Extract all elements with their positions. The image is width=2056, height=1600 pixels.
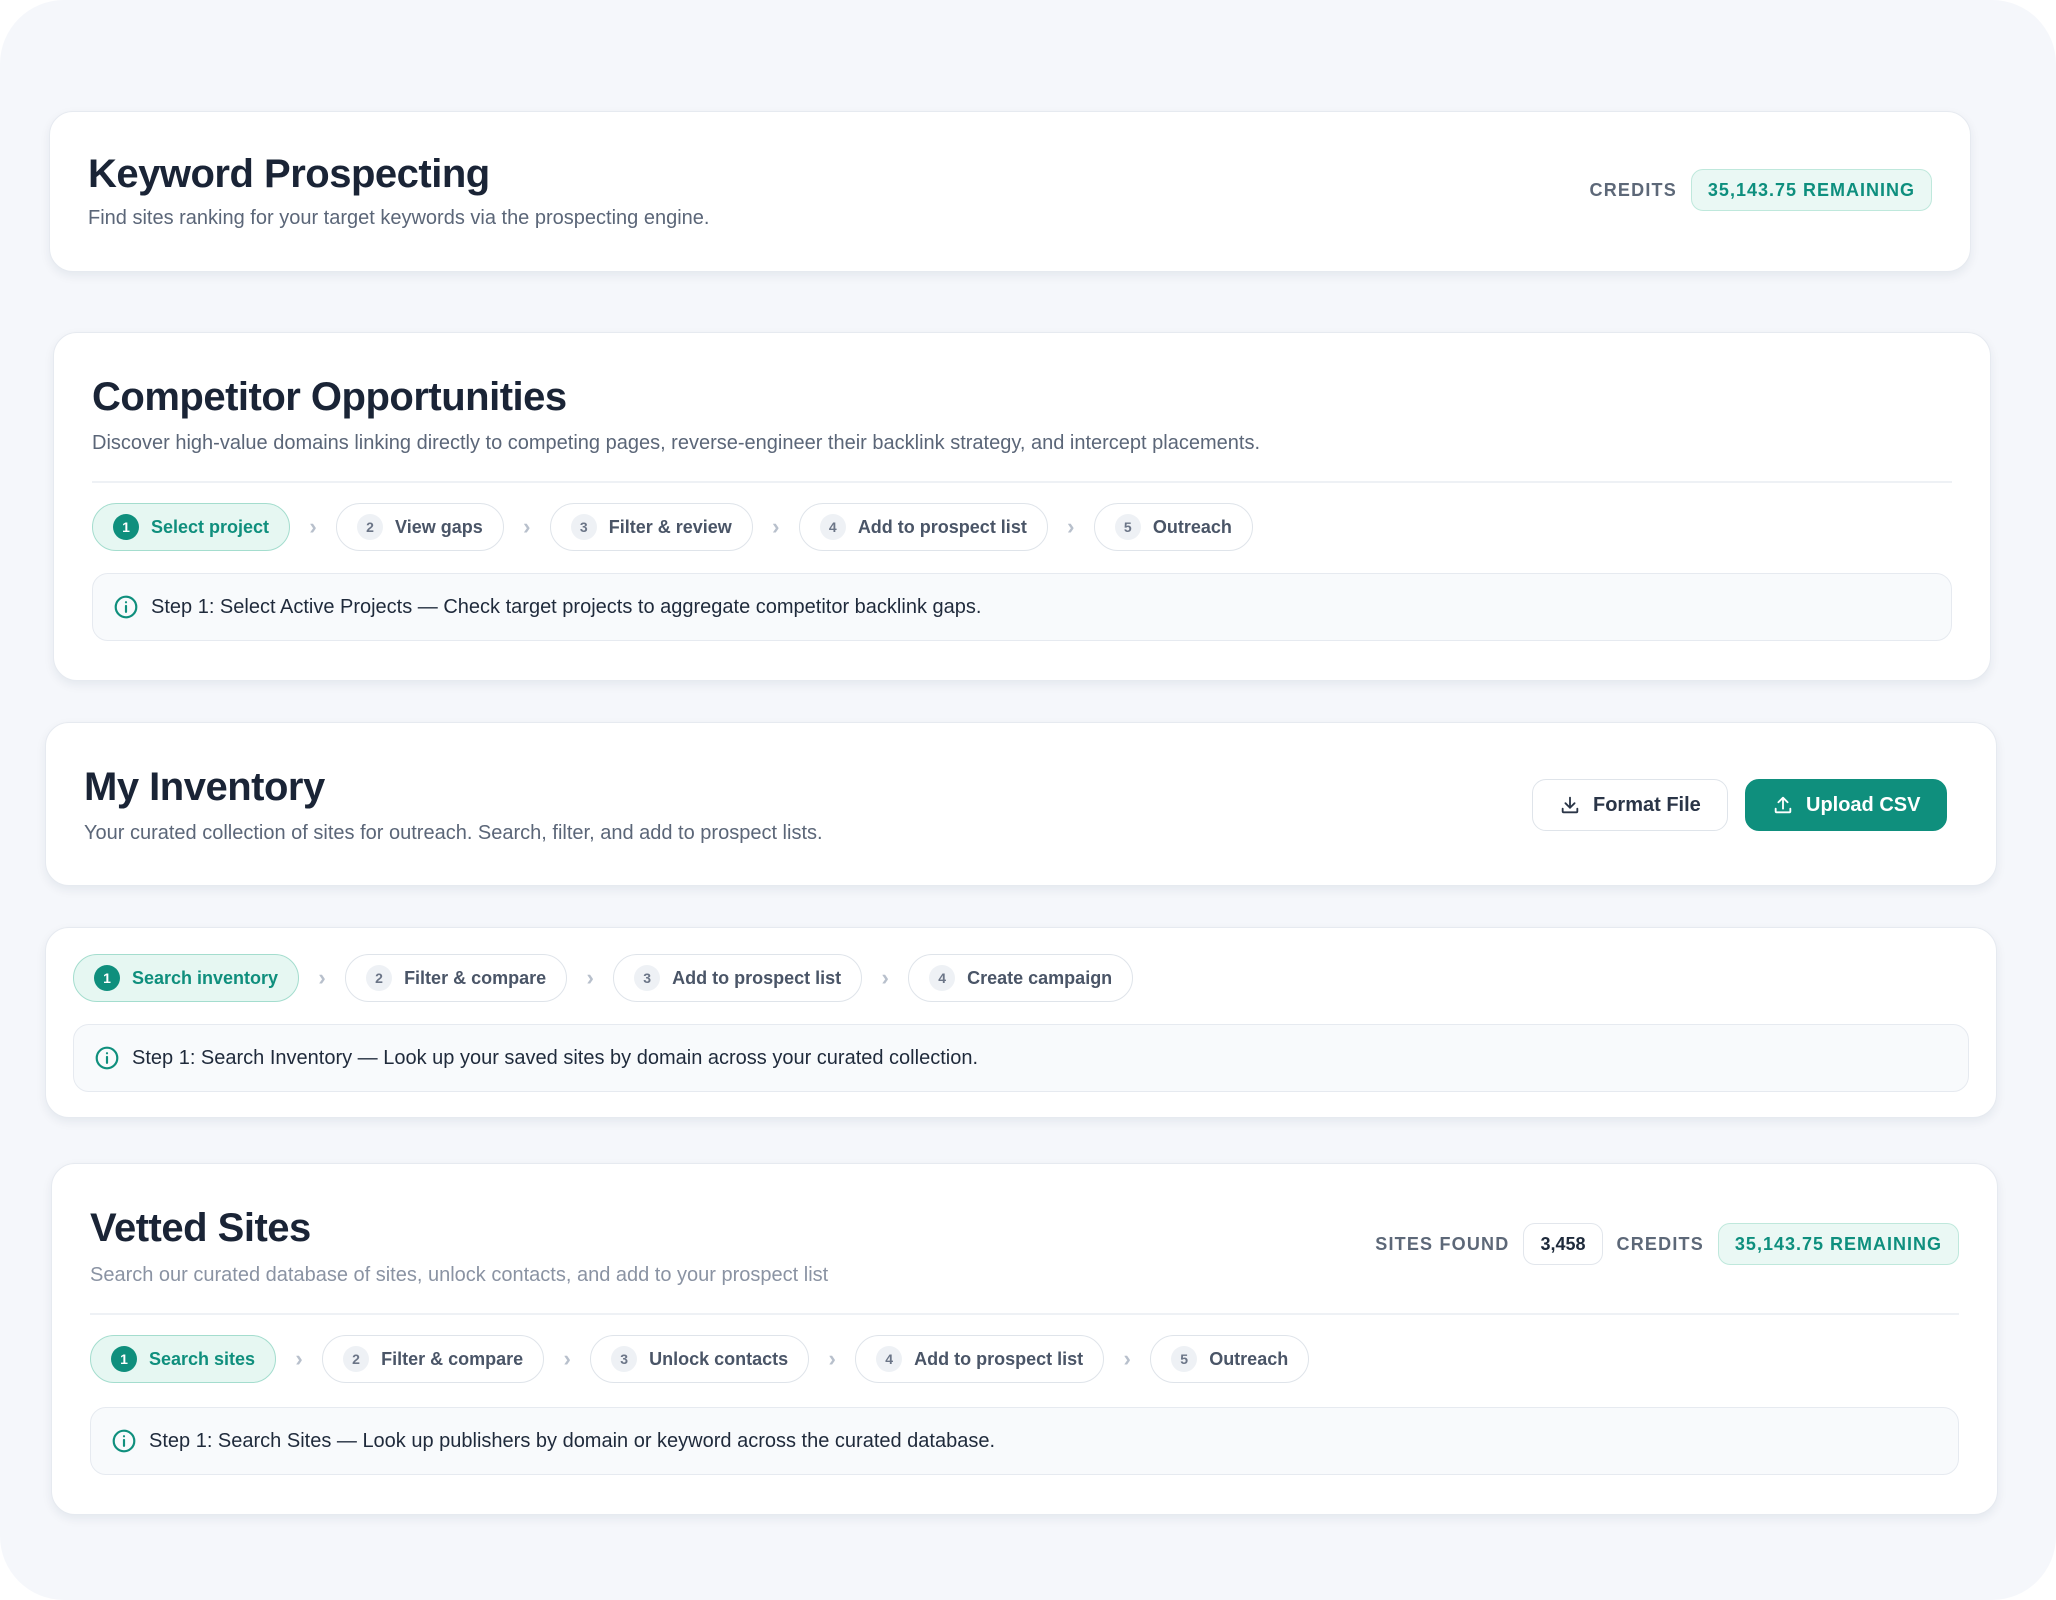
step-number: 4 [876, 1346, 903, 1372]
competitor-opportunities-title: Competitor Opportunities [92, 375, 567, 419]
page-canvas: Keyword Prospecting Find sites ranking f… [0, 0, 2056, 1600]
step-unlock-contacts[interactable]: 3 Unlock contacts [590, 1335, 810, 1383]
step-label: Outreach [1152, 516, 1232, 537]
step-filter-compare[interactable]: 2 Filter & compare [322, 1335, 545, 1383]
upload-csv-button[interactable]: Upload CSV [1745, 779, 1948, 831]
chevron-right-icon: › [1067, 514, 1075, 539]
inventory-stepper: 1 Search inventory › 2 Filter & compare … [73, 954, 1134, 1002]
vetted-sites-subtitle: Search our curated database of sites, un… [90, 1264, 829, 1286]
keyword-prospecting-card: Keyword Prospecting Find sites ranking f… [49, 111, 1971, 272]
format-file-label: Format File [1593, 793, 1701, 816]
vetted-sites-stepper: 1 Search sites › 2 Filter & compare › 3 … [90, 1335, 1310, 1383]
format-file-button[interactable]: Format File [1532, 779, 1728, 831]
credits-label: CREDITS [1589, 179, 1677, 200]
vetted-sites-title: Vetted Sites [90, 1206, 311, 1250]
step-label: Add to prospect list [672, 967, 842, 988]
step-label: Search sites [149, 1348, 256, 1369]
step-number: 2 [357, 514, 384, 540]
step-add-to-prospect-list[interactable]: 4 Add to prospect list [855, 1335, 1105, 1383]
step-select-project[interactable]: 1 Select project [92, 503, 291, 551]
credits-badge: 35,143.75 REMAINING [1717, 1223, 1959, 1265]
step-label: Add to prospect list [857, 516, 1027, 537]
credits-meta: CREDITS 35,143.75 REMAINING [1590, 169, 1932, 211]
step-number: 1 [94, 965, 120, 991]
step-number: 5 [1171, 1346, 1198, 1372]
step-number: 1 [111, 1346, 137, 1372]
step-label: Add to prospect list [914, 1348, 1084, 1369]
step-outreach[interactable]: 5 Outreach [1150, 1335, 1310, 1383]
step-number: 3 [634, 965, 661, 991]
credits-badge: 35,143.75 REMAINING [1690, 169, 1932, 211]
vetted-sites-card: Vetted Sites Search our curated database… [51, 1163, 1998, 1515]
competitor-info-banner: Step 1: Select Active Projects — Check t… [92, 573, 1952, 641]
step-add-to-prospect-list[interactable]: 4 Add to prospect list [798, 503, 1048, 551]
step-label: Select project [151, 516, 270, 537]
info-circle-icon [113, 594, 139, 620]
step-label: Search inventory [132, 967, 279, 988]
sites-found-count: 3,458 [1523, 1223, 1603, 1265]
step-label: Filter & compare [404, 967, 547, 988]
step-label: Create campaign [967, 967, 1113, 988]
sites-found-label: SITES FOUND [1375, 1233, 1510, 1254]
step-label: Filter & compare [381, 1348, 524, 1369]
my-inventory-title: My Inventory [84, 765, 325, 809]
step-label: Filter & review [608, 516, 732, 537]
my-inventory-steps-card: 1 Search inventory › 2 Filter & compare … [45, 927, 1997, 1118]
step-number: 2 [366, 965, 393, 991]
chevron-right-icon: › [828, 1346, 836, 1371]
step-filter-compare[interactable]: 2 Filter & compare [345, 954, 568, 1002]
competitor-opportunities-card: Competitor Opportunities Discover high-v… [53, 332, 1991, 681]
step-number: 3 [570, 514, 597, 540]
info-circle-icon [111, 1428, 137, 1454]
competitor-opportunities-subtitle: Discover high-value domains linking dire… [92, 432, 1260, 454]
step-create-campaign[interactable]: 4 Create campaign [908, 954, 1134, 1002]
step-number: 2 [343, 1346, 370, 1372]
keyword-prospecting-subtitle: Find sites ranking for your target keywo… [88, 207, 710, 229]
step-filter-review[interactable]: 3 Filter & review [549, 503, 753, 551]
chevron-right-icon: › [586, 965, 594, 990]
info-text: Step 1: Select Active Projects — Check t… [151, 595, 982, 618]
step-number: 4 [929, 965, 956, 991]
upload-csv-label: Upload CSV [1806, 793, 1921, 816]
step-number: 3 [611, 1346, 638, 1372]
chevron-right-icon: › [881, 965, 889, 990]
step-label: Unlock contacts [649, 1348, 789, 1369]
step-number: 1 [113, 514, 139, 540]
inventory-info-banner: Step 1: Search Inventory — Look up your … [73, 1024, 1969, 1092]
my-inventory-subtitle: Your curated collection of sites for out… [84, 822, 823, 844]
info-text: Step 1: Search Sites — Look up publisher… [149, 1429, 996, 1452]
step-outreach[interactable]: 5 Outreach [1093, 503, 1253, 551]
section-divider [92, 481, 1952, 483]
step-search-sites[interactable]: 1 Search sites [90, 1335, 277, 1383]
section-divider [90, 1313, 1959, 1315]
chevron-right-icon: › [523, 514, 531, 539]
upload-icon [1774, 796, 1792, 814]
my-inventory-card: My Inventory Your curated collection of … [45, 722, 1997, 886]
chevron-right-icon: › [295, 1346, 303, 1371]
chevron-right-icon: › [318, 965, 326, 990]
credits-label: CREDITS [1616, 1233, 1704, 1254]
competitor-stepper: 1 Select project › 2 View gaps › 3 Filte… [92, 503, 1253, 551]
vetted-sites-meta: SITES FOUND 3,458 CREDITS 35,143.75 REMA… [1375, 1223, 1959, 1265]
step-add-to-prospect-list[interactable]: 3 Add to prospect list [613, 954, 863, 1002]
step-search-inventory[interactable]: 1 Search inventory [73, 954, 300, 1002]
step-number: 5 [1114, 514, 1141, 540]
keyword-prospecting-title: Keyword Prospecting [88, 152, 490, 196]
chevron-right-icon: › [563, 1346, 571, 1371]
step-label: Outreach [1209, 1348, 1289, 1369]
vetted-sites-info-banner: Step 1: Search Sites — Look up publisher… [90, 1407, 1959, 1475]
download-icon [1561, 796, 1579, 814]
info-circle-icon [94, 1045, 120, 1071]
chevron-right-icon: › [1123, 1346, 1131, 1371]
info-text: Step 1: Search Inventory — Look up your … [132, 1046, 978, 1069]
chevron-right-icon: › [772, 514, 780, 539]
chevron-right-icon: › [309, 514, 317, 539]
step-view-gaps[interactable]: 2 View gaps [336, 503, 504, 551]
step-label: View gaps [395, 516, 483, 537]
step-number: 4 [819, 514, 846, 540]
